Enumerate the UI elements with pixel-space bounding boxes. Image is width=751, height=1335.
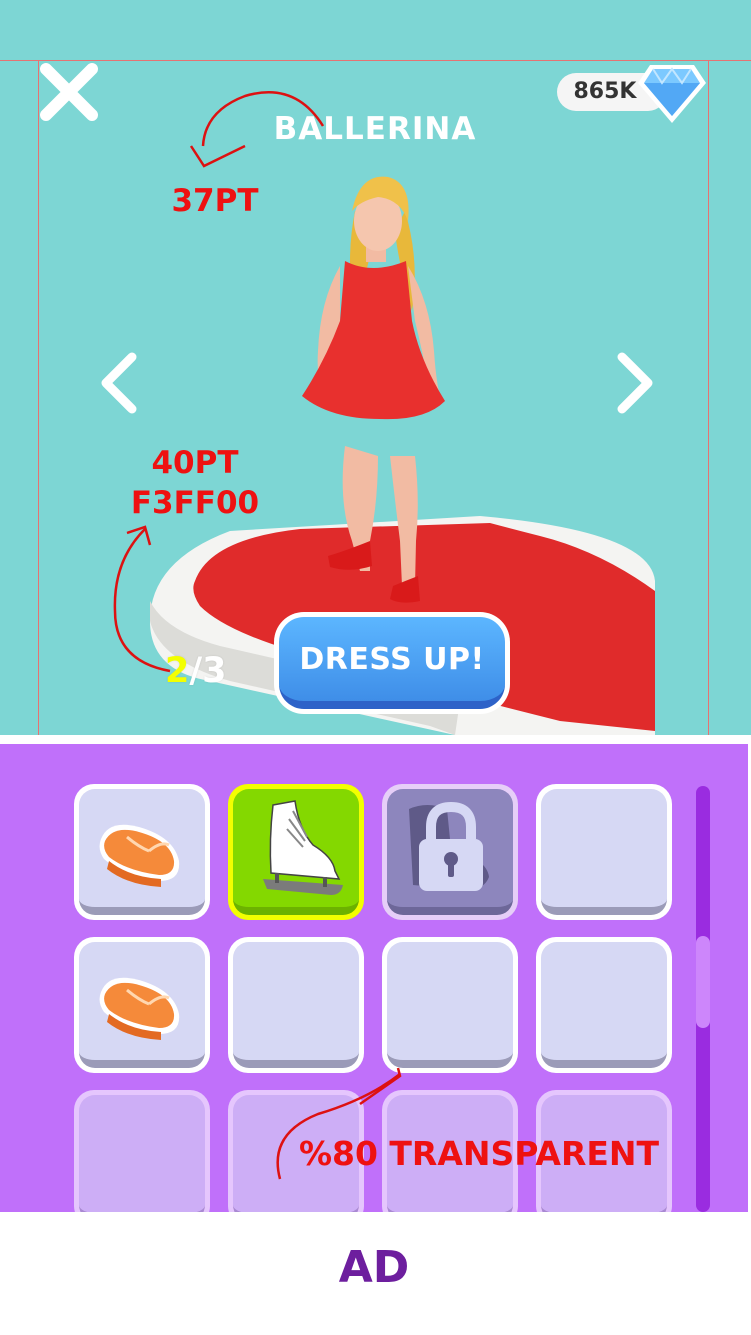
inventory-scrollbar[interactable] xyxy=(696,786,710,1212)
inventory-slot[interactable] xyxy=(74,784,210,920)
inventory-slot-face xyxy=(79,1095,205,1212)
annotation-counter-color: F3FF00 xyxy=(130,485,260,521)
previous-button[interactable] xyxy=(96,351,142,415)
inventory-panel: %80 TRANSPARENT xyxy=(0,744,748,1212)
annotation-transparency: %80 TRANSPARENT xyxy=(298,1134,660,1173)
inventory-slot-face xyxy=(541,942,667,1068)
inventory-slot-face xyxy=(387,789,513,915)
inventory-slot-face xyxy=(387,942,513,1068)
dress-up-label: DRESS UP! xyxy=(299,641,485,677)
top-bar xyxy=(0,0,751,61)
inventory-slot[interactable] xyxy=(74,1090,210,1212)
inventory-slot-face xyxy=(79,942,205,1068)
page-current: 2 xyxy=(165,651,190,691)
inventory-slot[interactable] xyxy=(74,937,210,1073)
ad-label: AD xyxy=(338,1242,410,1293)
scrollbar-thumb[interactable] xyxy=(696,936,710,1028)
inventory-slot-face xyxy=(541,789,667,915)
annotation-title-size: 37PT xyxy=(171,183,259,219)
diamond-icon xyxy=(638,65,706,123)
character-scene: 865K BALLERINA 37PT 40PT F3FF00 2/3 DRES… xyxy=(0,61,751,735)
inventory-slot[interactable] xyxy=(228,937,364,1073)
inventory-slot[interactable] xyxy=(382,784,518,920)
dress-up-button[interactable]: DRESS UP! xyxy=(274,612,510,714)
inventory-slot[interactable] xyxy=(536,937,672,1073)
close-button[interactable] xyxy=(38,61,100,123)
close-icon xyxy=(40,63,98,121)
page-total: 3 xyxy=(202,651,227,691)
chevron-left-icon xyxy=(101,352,137,414)
inventory-slot[interactable] xyxy=(382,937,518,1073)
inventory-slot-face xyxy=(79,789,205,915)
next-button[interactable] xyxy=(612,351,658,415)
chevron-right-icon xyxy=(617,352,653,414)
page-counter: 2/3 xyxy=(165,651,255,691)
annotation-counter-style: 40PT F3FF00 xyxy=(120,443,270,523)
dress-up-button-face: DRESS UP! xyxy=(279,617,505,709)
inventory-slot-face xyxy=(233,942,359,1068)
inventory-slot-face xyxy=(233,789,359,915)
inventory-slot[interactable] xyxy=(536,784,672,920)
annotation-counter-size: 40PT xyxy=(151,445,239,481)
ad-banner[interactable]: AD xyxy=(0,1212,751,1335)
page-separator: / xyxy=(189,651,203,691)
page-title: BALLERINA xyxy=(273,111,477,147)
section-divider xyxy=(0,735,751,744)
inventory-slot[interactable] xyxy=(228,784,364,920)
